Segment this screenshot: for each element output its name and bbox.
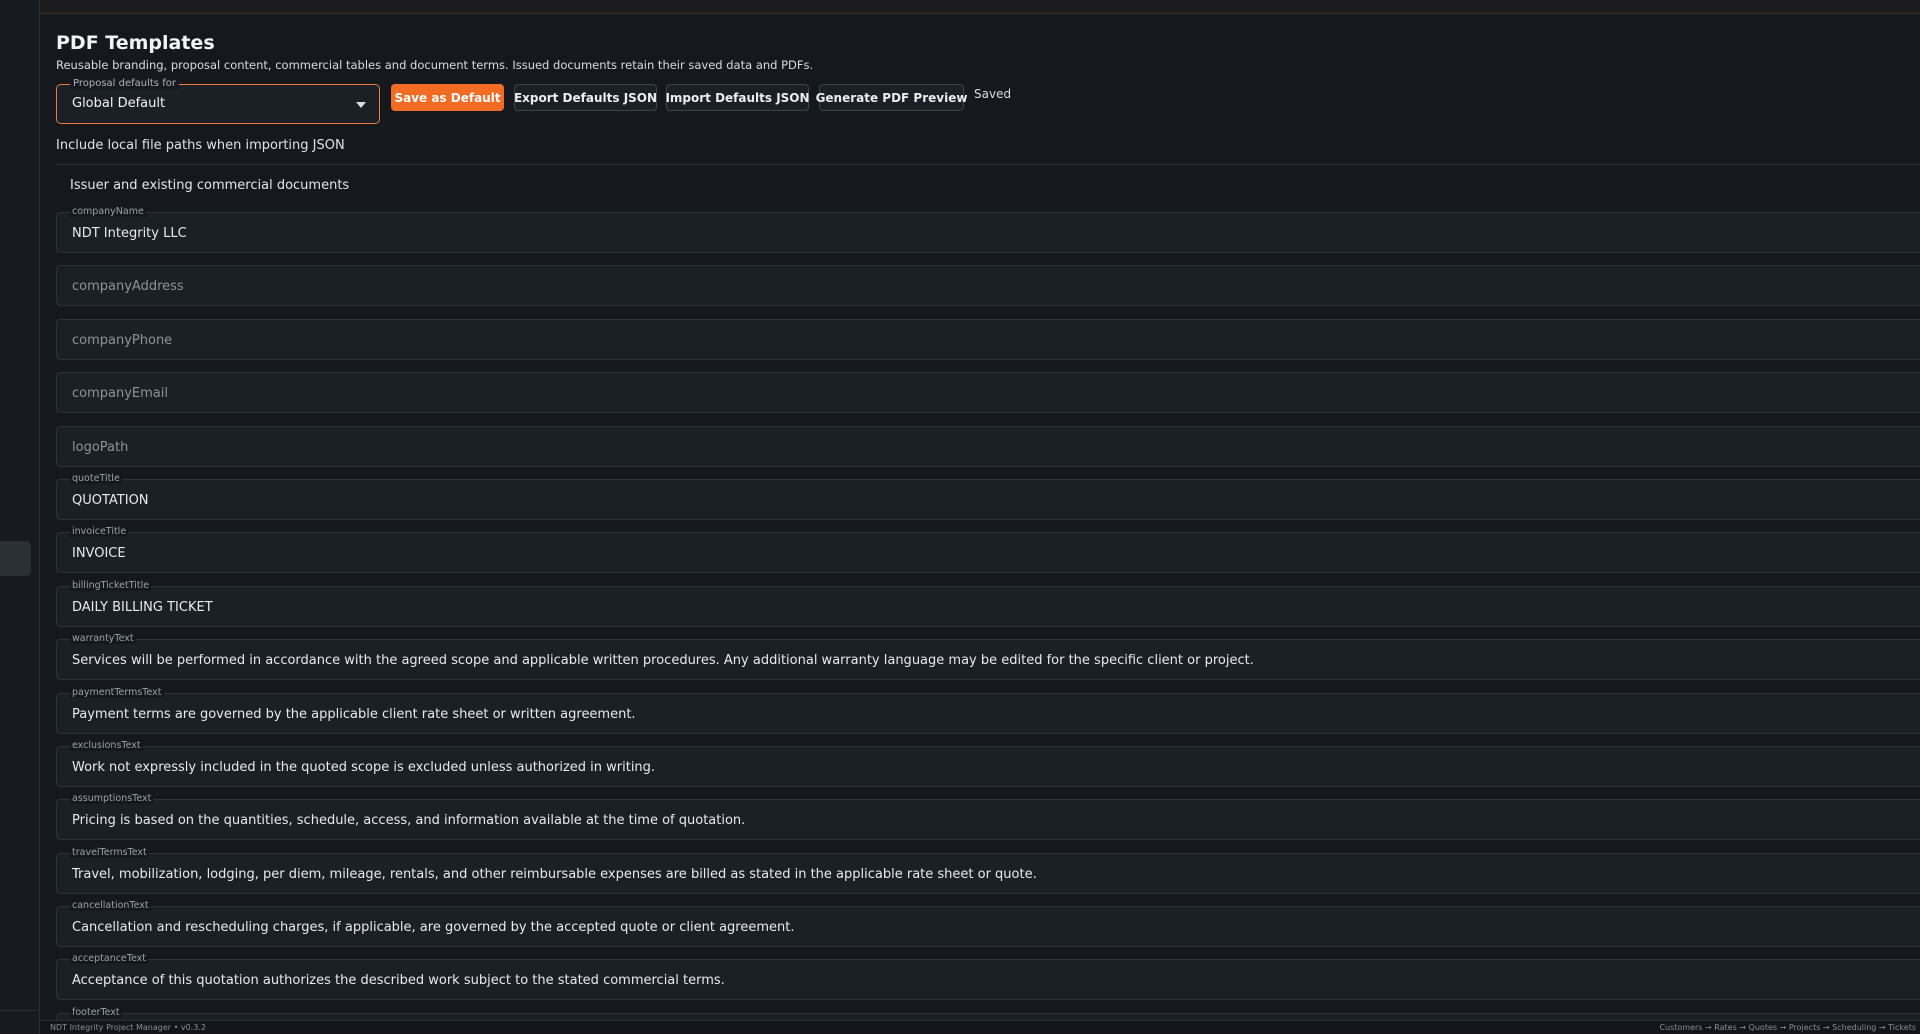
section-title[interactable]: Issuer and existing commercial documents bbox=[70, 178, 349, 193]
sidebar bbox=[0, 0, 40, 1034]
company-email-field[interactable]: companyEmail bbox=[56, 372, 1920, 414]
toolbar: Proposal defaults for Global Default Sav… bbox=[56, 78, 1156, 124]
field-placeholder: companyPhone bbox=[72, 332, 173, 348]
field-placeholder: companyEmail bbox=[72, 386, 168, 402]
field-placeholder: logoPath bbox=[72, 439, 129, 455]
status-bar: NDT Integrity Project Manager • v0.3.2 C… bbox=[40, 1020, 1920, 1034]
cancellation-text-field[interactable]: cancellationText Cancellation and resched… bbox=[56, 900, 1920, 948]
field-label: warrantyText bbox=[70, 633, 136, 645]
field-label: assumptionsText bbox=[70, 793, 154, 805]
field-value: Travel, mobilization, lodging, per diem,… bbox=[72, 866, 1037, 882]
field-label: billingTicketTitle bbox=[70, 579, 152, 591]
company-phone-field[interactable]: companyPhone bbox=[56, 318, 1920, 360]
field-label: invoiceTitle bbox=[70, 526, 129, 538]
main-content: PDF Templates Reusable branding, proposa… bbox=[56, 14, 1920, 1020]
generate-pdf-preview-button[interactable]: Generate PDF Preview bbox=[816, 84, 967, 111]
top-bar bbox=[40, 0, 1920, 14]
field-value: DAILY BILLING TICKET bbox=[72, 599, 213, 615]
footer-text-field[interactable]: footerText bbox=[56, 1006, 1920, 1020]
field-label: quoteTitle bbox=[70, 472, 122, 484]
save-status: Saved bbox=[974, 87, 1012, 101]
field-value: INVOICE bbox=[72, 546, 126, 562]
field-value: Pricing is based on the quantities, sche… bbox=[72, 813, 746, 829]
workflow-breadcrumb: Customers → Rates → Quotes → Projects → … bbox=[1659, 1023, 1916, 1032]
logo-path-field[interactable]: logoPath bbox=[56, 425, 1920, 467]
export-defaults-button[interactable]: Export Defaults JSON bbox=[514, 84, 657, 111]
company-address-field[interactable]: companyAddress bbox=[56, 265, 1920, 307]
import-defaults-button[interactable]: Import Defaults JSON bbox=[665, 84, 810, 111]
select-label: Proposal defaults for bbox=[70, 78, 179, 89]
field-value: Acceptance of this quotation authorizes … bbox=[72, 973, 725, 989]
exclusions-text-field[interactable]: exclusionsText Work not expressly include… bbox=[56, 739, 1920, 787]
billing-ticket-title-field[interactable]: billingTicketTitle DAILY BILLING TICKET bbox=[56, 579, 1920, 627]
sidebar-divider bbox=[0, 1010, 40, 1011]
warranty-text-field[interactable]: warrantyText Services will be performed i… bbox=[56, 633, 1920, 681]
app-version: NDT Integrity Project Manager • v0.3.2 bbox=[50, 1023, 206, 1032]
field-value: Cancellation and rescheduling charges, i… bbox=[72, 920, 795, 936]
template-fields: companyName NDT Integrity LLC companyAddr… bbox=[56, 206, 1920, 1020]
invoice-title-field[interactable]: invoiceTitle INVOICE bbox=[56, 526, 1920, 574]
field-label: paymentTermsText bbox=[70, 686, 164, 698]
field-value: NDT Integrity LLC bbox=[72, 226, 187, 241]
field-label: acceptanceText bbox=[70, 953, 148, 965]
field-value: QUOTATION bbox=[72, 492, 149, 508]
field-label: cancellationText bbox=[70, 900, 151, 912]
sidebar-active-item[interactable] bbox=[0, 541, 31, 576]
select-value: Global Default bbox=[72, 96, 166, 111]
save-as-default-button[interactable]: Save as Default bbox=[391, 84, 504, 111]
travel-terms-field[interactable]: travelTermsText Travel, mobilization, lod… bbox=[56, 846, 1920, 894]
field-value: Services will be performed in accordance… bbox=[72, 653, 1254, 669]
chevron-down-icon bbox=[356, 102, 366, 108]
quote-title-field[interactable]: quoteTitle QUOTATION bbox=[56, 472, 1920, 520]
field-label: travelTermsText bbox=[70, 846, 149, 858]
field-value: Payment terms are governed by the applic… bbox=[72, 706, 636, 722]
field-label: footerText bbox=[70, 1006, 122, 1018]
page-subtitle: Reusable branding, proposal content, com… bbox=[56, 58, 814, 72]
assumptions-text-field[interactable]: assumptionsText Pricing is based on the q… bbox=[56, 793, 1920, 841]
section-divider bbox=[56, 164, 1920, 165]
acceptance-text-field[interactable]: acceptanceText Acceptance of this quotati… bbox=[56, 953, 1920, 1001]
payment-terms-field[interactable]: paymentTermsText Payment terms are govern… bbox=[56, 686, 1920, 734]
proposal-defaults-select[interactable]: Proposal defaults for Global Default bbox=[56, 78, 380, 124]
field-value: Work not expressly included in the quote… bbox=[72, 759, 656, 775]
page-title: PDF Templates bbox=[56, 32, 215, 54]
include-local-paths-option[interactable]: Include local file paths when importing … bbox=[56, 138, 345, 153]
field-placeholder: companyAddress bbox=[72, 279, 184, 295]
field-label: exclusionsText bbox=[70, 739, 143, 751]
company-name-field[interactable]: companyName NDT Integrity LLC bbox=[56, 206, 1920, 253]
field-label: companyName bbox=[70, 206, 146, 217]
